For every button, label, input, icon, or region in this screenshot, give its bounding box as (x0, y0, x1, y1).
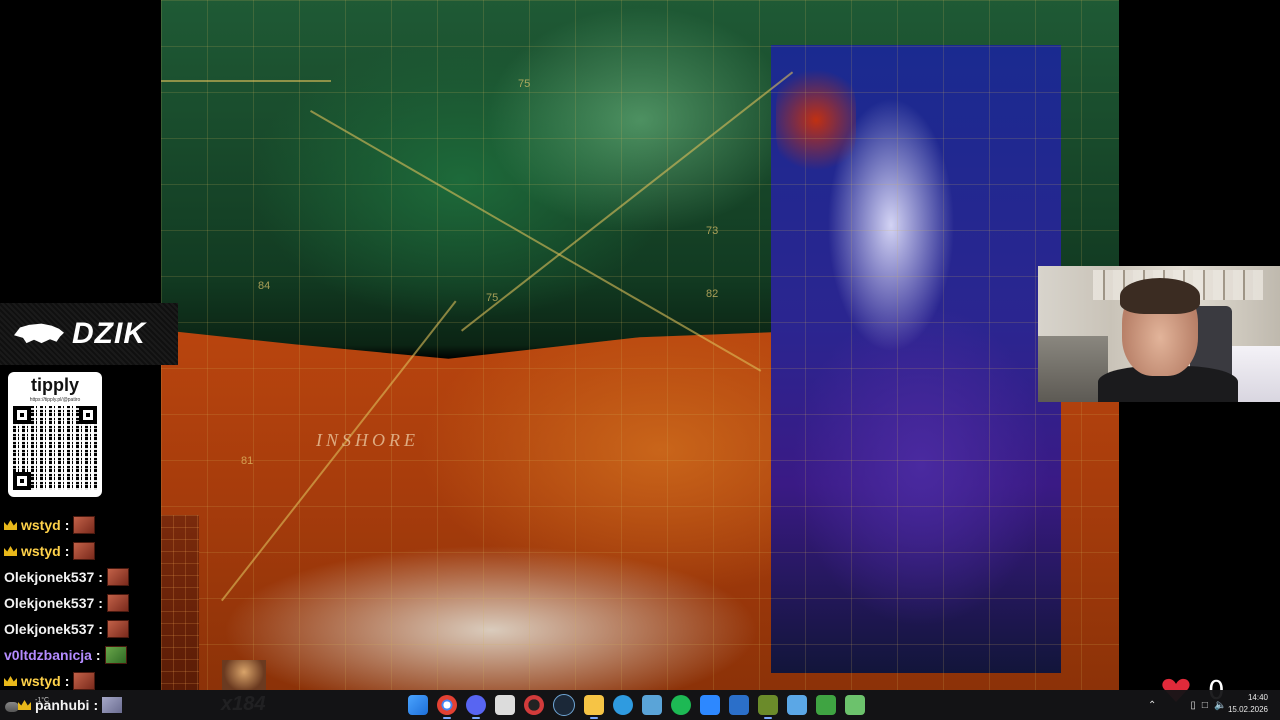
boar-icon (14, 323, 64, 344)
spotify-icon[interactable] (671, 695, 691, 715)
chat-separator: : (64, 543, 70, 559)
chat-message: v0ltdzbanicja : (0, 642, 160, 668)
battery-icon[interactable]: ▯ (1190, 700, 1196, 711)
chat-overlay: wstyd : wstyd : Olekjonek537 : Olekjonek… (0, 512, 160, 694)
emote-icon (73, 542, 96, 560)
notes-icon[interactable] (495, 695, 515, 715)
chat-separator: : (64, 517, 70, 533)
sub-alert-gif (222, 660, 266, 690)
chat-message: panhubi : (4, 694, 123, 716)
chat-separator: : (95, 647, 101, 663)
map-label: INSHORE (316, 430, 419, 450)
depth-mark: 73 (706, 225, 719, 237)
emote-icon (106, 620, 129, 638)
qr-finder (79, 406, 97, 424)
clock-time: 14:40 (1247, 693, 1268, 702)
windows-start-icon[interactable] (408, 695, 428, 715)
steam-icon[interactable] (553, 694, 575, 716)
sponsor-logo-text: DZIK (72, 317, 146, 350)
qr-code-icon (13, 406, 97, 490)
ccleaner-icon[interactable] (613, 695, 633, 715)
depth-mark: 75 (486, 292, 499, 304)
chevron-up-icon[interactable]: ⌃ (1148, 700, 1156, 711)
terminal-icon[interactable] (845, 695, 865, 715)
network-tool-icon[interactable] (642, 695, 662, 715)
notepad-icon[interactable] (787, 695, 807, 715)
depth-mark: 81 (241, 455, 254, 467)
tipply-brand: tipply (31, 375, 79, 395)
depth-mark: 84 (258, 280, 271, 292)
depth-mark: 75 (518, 78, 531, 90)
volume-icon[interactable]: 🔈 (1214, 700, 1226, 711)
chat-separator: : (98, 569, 103, 585)
chat-message: Olekjonek537 : (0, 616, 160, 642)
emote-icon (106, 568, 129, 586)
emote-icon (73, 516, 96, 534)
controller-icon[interactable] (758, 695, 778, 719)
chat-username: Olekjonek537 (4, 595, 95, 611)
chrome-icon[interactable] (437, 695, 457, 719)
xbox-tool-icon[interactable] (729, 695, 749, 715)
webcam-person-hair (1120, 278, 1200, 314)
taskbar-apps (408, 690, 865, 720)
messenger-icon[interactable] (700, 695, 720, 715)
emote-icon (102, 697, 123, 713)
crown-icon (4, 676, 17, 686)
clock-date: 15.02.2026 (1227, 705, 1268, 714)
qr-finder (13, 406, 31, 424)
utility-icon[interactable] (816, 695, 836, 715)
discord-icon[interactable] (466, 695, 486, 719)
chat-username: Olekjonek537 (4, 621, 95, 637)
crown-icon (4, 520, 17, 530)
emote-icon (73, 672, 96, 690)
chat-separator: : (98, 595, 103, 611)
chat-separator: : (98, 621, 103, 637)
chat-username: wstyd (21, 517, 61, 533)
chat-username: panhubi (35, 697, 90, 713)
network-icon[interactable]: □ (1202, 700, 1208, 711)
map-grid (161, 0, 1119, 690)
chat-separator: : (64, 673, 70, 689)
recorder-icon[interactable] (524, 695, 544, 715)
map-line (161, 80, 331, 82)
stream-video: INSHORE 75 73 75 81 84 82 (161, 0, 1119, 690)
qr-finder (13, 472, 31, 490)
tipply-qr-card: tipply https://tipply.pl/@patiro (8, 372, 102, 497)
taskbar: -1°C panhubi : ⌃ ▯ □ 🔈 14:40 15.02.2026 (0, 690, 1280, 720)
taskbar-clock[interactable]: 14:40 15.02.2026 (1228, 692, 1268, 716)
webcam-feed (1038, 266, 1280, 402)
emote-icon (106, 594, 129, 612)
frog-emote-icon (104, 646, 127, 664)
chat-message: wstyd : (0, 538, 160, 564)
folder-icon[interactable] (584, 695, 604, 719)
chat-username: Olekjonek537 (4, 569, 95, 585)
sponsor-logo: DZIK (0, 303, 178, 365)
chat-message: wstyd : (0, 512, 160, 538)
chat-username: wstyd (21, 543, 61, 559)
crown-icon (18, 700, 31, 710)
chat-message: Olekjonek537 : (0, 590, 160, 616)
chat-message: Olekjonek537 : (0, 564, 160, 590)
chat-separator: : (93, 697, 99, 713)
depth-mark: 82 (706, 288, 719, 300)
system-tray: ⌃ ▯ □ 🔈 (1148, 690, 1226, 720)
video-side-strip (161, 515, 199, 690)
chat-username: v0ltdzbanicja (4, 647, 92, 663)
chat-username: wstyd (21, 673, 61, 689)
tipply-url: https://tipply.pl/@patiro (29, 397, 81, 403)
crown-icon (4, 546, 17, 556)
